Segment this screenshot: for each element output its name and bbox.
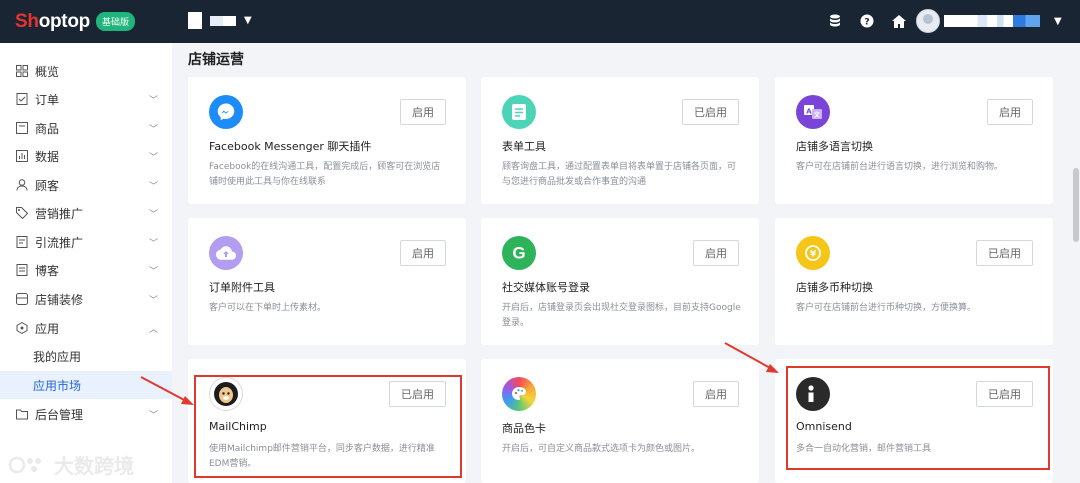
user-name [944,15,1040,27]
enabled-button[interactable]: 已启用 [682,99,739,125]
chevron-down-icon: ﹀ [148,267,158,277]
language-icon: A文 [796,95,830,129]
chevron-down-icon: ﹀ [148,182,158,192]
sidebar-item-overview[interactable]: 概览 [0,57,172,85]
chevron-down-icon: ﹀ [148,153,158,163]
app-name: Facebook Messenger 聊天插件 [209,140,372,153]
svg-text:A: A [806,108,812,116]
database-icon[interactable] [826,12,844,30]
traffic-icon [16,236,28,248]
app-name: 社交媒体账号登录 [502,281,590,294]
help-icon[interactable]: ? [858,12,876,30]
watermark: 大数跨境 [8,450,134,479]
tag-icon [16,207,28,219]
enable-button[interactable]: 启用 [400,99,446,125]
app-card[interactable]: 启用 Facebook Messenger 聊天插件 Facebook的在线沟通… [188,77,466,204]
highlight-box-mailchimp [194,375,462,478]
top-icons: ? [826,12,908,30]
svg-text:文: 文 [813,111,821,119]
sidebar-item-decoration[interactable]: 店铺装修 ﹀ [0,285,172,313]
app-name: 店铺多语言切换 [796,140,873,153]
home-icon[interactable] [890,12,908,30]
enable-button[interactable]: 启用 [693,381,739,407]
decoration-icon [16,293,28,305]
caret-down-icon: ▼ [1054,15,1062,27]
shoptop-logo[interactable]: Shoptop [15,11,90,33]
chevron-down-icon: ﹀ [148,239,158,249]
overview-icon [16,65,28,77]
sidebar-item-customers[interactable]: 顾客 ﹀ [0,171,172,199]
annotation-arrow [140,376,194,405]
chevron-down-icon: ﹀ [148,411,158,421]
app-icon [16,322,28,334]
app-card[interactable]: 启用 订单附件工具 客户可以在下单时上传素材。 [188,218,466,345]
app-name: 订单附件工具 [209,281,275,294]
enable-button[interactable]: 启用 [693,240,739,266]
chevron-down-icon: ﹀ [148,125,158,135]
form-icon [502,95,536,129]
chevron-down-icon: ﹀ [148,96,158,106]
app-card[interactable]: ¥ 已启用 店铺多币种切换 客户可在店铺前台进行币种切换，方便换算。 [775,218,1053,345]
scrollbar-thumb[interactable] [1073,168,1079,242]
user-menu[interactable]: ▼ [916,9,1062,33]
app-description: 客户可以在下单时上传素材。 [209,303,327,313]
app-description: Facebook的在线沟通工具，配置完成后，顾客可在浏览店铺时使用此工具与你在线… [209,162,441,187]
google-icon: G [502,236,536,270]
caret-down-icon: ▼ [244,15,252,26]
sidebar-item-data[interactable]: 数据 ﹀ [0,142,172,170]
sidebar-item-my-apps[interactable]: 我的应用 [0,342,172,370]
chevron-down-icon: ﹀ [148,210,158,220]
app-description: 客户可在店铺前台进行语言切换，进行浏览和购物。 [796,162,1004,172]
plan-badge: 基础版 [95,12,135,31]
product-icon [16,122,28,134]
app-card[interactable]: 启用 商品色卡 开启后，可自定义商品款式选项卡为颜色或图片。 [481,359,759,483]
app-card[interactable]: A文 启用 店铺多语言切换 客户可在店铺前台进行语言切换，进行浏览和购物。 [775,77,1053,204]
enabled-button[interactable]: 已启用 [976,240,1033,266]
app-description: 开启后，可自定义商品款式选项卡为颜色或图片。 [502,444,701,454]
section-title: 店铺运营 [188,52,244,68]
svg-text:G: G [512,244,525,263]
app-name: 店铺多币种切换 [796,281,873,294]
sidebar-item-orders[interactable]: 订单 ﹀ [0,85,172,113]
upload-cloud-icon [209,236,243,270]
enable-button[interactable]: 启用 [400,240,446,266]
app-name: 表单工具 [502,140,546,153]
customer-icon [16,179,28,191]
avatar [916,9,940,33]
sidebar-item-blog[interactable]: 博客 ﹀ [0,256,172,284]
folder-icon [16,408,28,420]
svg-text:¥: ¥ [810,250,817,260]
highlight-box-omnisend [786,366,1050,470]
app-description: 开启后，店铺登录页会出现社交登录图标，目前支持Google登录。 [502,303,741,328]
blog-icon [16,264,28,276]
enable-button[interactable]: 启用 [987,99,1033,125]
messenger-icon [209,95,243,129]
order-icon [16,93,28,105]
sidebar-item-products[interactable]: 商品 ﹀ [0,114,172,142]
watermark-logo-icon [8,456,41,473]
sidebar-item-traffic[interactable]: 引流推广 ﹀ [0,228,172,256]
palette-icon [502,377,536,411]
sidebar: 概览 订单 ﹀ 商品 ﹀ 数据 ﹀ 顾客 ﹀ 营销推广 ﹀ 引流推广 ﹀ 博客 … [0,43,172,483]
app-card[interactable]: 已启用 表单工具 顾客询盘工具，通过配置表单目将表单置于店铺各页面，可与您进行商… [481,77,759,204]
currency-icon: ¥ [796,236,830,270]
store-switcher[interactable]: ▼ [188,12,252,29]
app-description: 顾客询盘工具，通过配置表单目将表单置于店铺各页面，可与您进行商品批发或合作事宜的… [502,162,737,187]
data-icon [16,150,28,162]
chevron-down-icon: ﹀ [148,296,158,306]
svg-text:?: ? [864,18,869,28]
app-name: 商品色卡 [502,422,546,435]
annotation-arrow [724,342,779,373]
app-description: 客户可在店铺前台进行币种切换，方便换算。 [796,303,977,313]
chevron-up-icon: ︿ [148,325,158,335]
store-logo [188,12,202,29]
sidebar-item-marketing[interactable]: 营销推广 ﹀ [0,199,172,227]
store-name [210,15,236,26]
app-card[interactable]: G 启用 社交媒体账号登录 开启后，店铺登录页会出现社交登录图标，目前支持Goo… [481,218,759,345]
scrollbar-track[interactable] [1072,43,1080,483]
sidebar-item-apps[interactable]: 应用 ︿ [0,314,172,342]
